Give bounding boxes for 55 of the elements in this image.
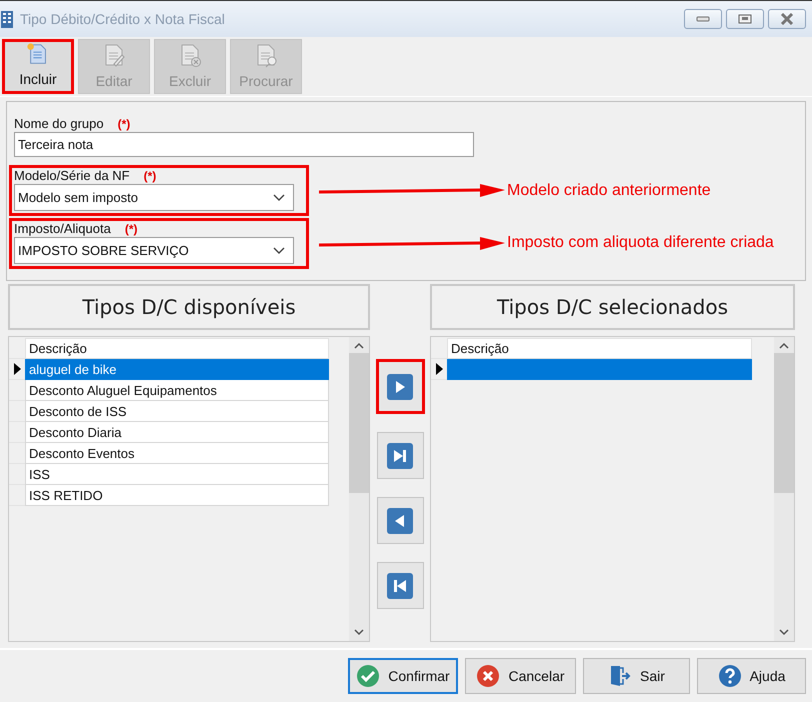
list-row[interactable]: Desconto Diaria [25, 422, 329, 443]
annotation-text: Modelo criado anteriormente [507, 180, 712, 200]
move-button[interactable] [376, 562, 424, 609]
scroll-down-icon[interactable] [778, 627, 790, 637]
required-mark: (*) [118, 116, 130, 130]
check-icon [356, 664, 380, 688]
field-label: Modelo/Série da NF [14, 168, 130, 183]
required-mark: (*) [124, 222, 138, 236]
dropdown[interactable]: IMPOSTO SOBRE SERVIÇO [14, 237, 294, 264]
skip-right-icon [387, 442, 413, 468]
column-header: Descrição [447, 338, 752, 359]
column-header: Descrição [25, 338, 329, 359]
maximize-button[interactable] [726, 9, 764, 29]
text-input[interactable]: Terceira nota [14, 132, 474, 156]
window-title: Tipo Débito/Crédito x Nota Fiscal [20, 11, 226, 27]
maximize-icon [738, 14, 752, 24]
close-icon [476, 664, 500, 688]
list-row[interactable]: Desconto Eventos [25, 443, 329, 464]
list-title: Tipos D/C disponíveis [8, 284, 370, 330]
chevron-down-icon [273, 246, 285, 254]
required-mark: (*) [144, 169, 156, 183]
list-row[interactable]: ISS RETIDO [25, 485, 329, 506]
minimize-icon [696, 16, 710, 22]
row-pointer-icon [14, 363, 20, 375]
move-button[interactable] [376, 497, 424, 544]
skip-left-icon [387, 572, 413, 598]
list-row[interactable]: aluguel de bike [25, 359, 329, 380]
minimize-button[interactable] [684, 9, 722, 29]
scroll-up-icon[interactable] [353, 341, 365, 351]
door-exit-icon [608, 664, 632, 688]
list-row[interactable]: Desconto Aluguel Equipamentos [25, 380, 329, 401]
chevron-down-icon [273, 194, 285, 202]
field-label: Nome do grupo [14, 116, 104, 130]
dialog-button[interactable]: Ajuda [697, 658, 806, 694]
dialog-button[interactable]: Sair [583, 658, 690, 694]
move-button[interactable] [376, 359, 424, 414]
move-button[interactable] [376, 432, 424, 479]
building-icon [0, 10, 14, 28]
list-row[interactable]: Desconto de ISS [25, 401, 329, 422]
toolbar-button[interactable]: Incluir [2, 39, 74, 94]
annotation-text: Imposto com aliquota diferente criada [507, 233, 775, 253]
help-icon [718, 664, 742, 688]
list-title: Tipos D/C selecionados [430, 284, 795, 330]
dropdown[interactable]: Modelo sem imposto [14, 184, 294, 211]
scrollbar[interactable] [774, 337, 794, 641]
dialog-button[interactable]: Cancelar [465, 658, 576, 694]
close-button[interactable] [768, 9, 806, 29]
row-pointer-icon [436, 363, 442, 375]
scroll-up-icon[interactable] [778, 341, 790, 351]
field-label: Imposto/Aliquota [14, 221, 111, 236]
scroll-down-icon[interactable] [353, 627, 365, 637]
list-row[interactable]: ISS [25, 464, 329, 485]
dialog-button[interactable]: Confirmar [348, 658, 458, 694]
scrollbar[interactable] [349, 337, 369, 641]
close-icon [780, 13, 794, 25]
